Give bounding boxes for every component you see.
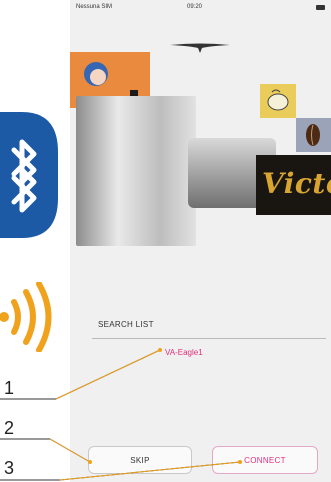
- screen: Nessuna SIM 09:20 Vict SEARCH LIST VA-Ea…: [0, 0, 331, 482]
- callout-lines: [0, 348, 242, 481]
